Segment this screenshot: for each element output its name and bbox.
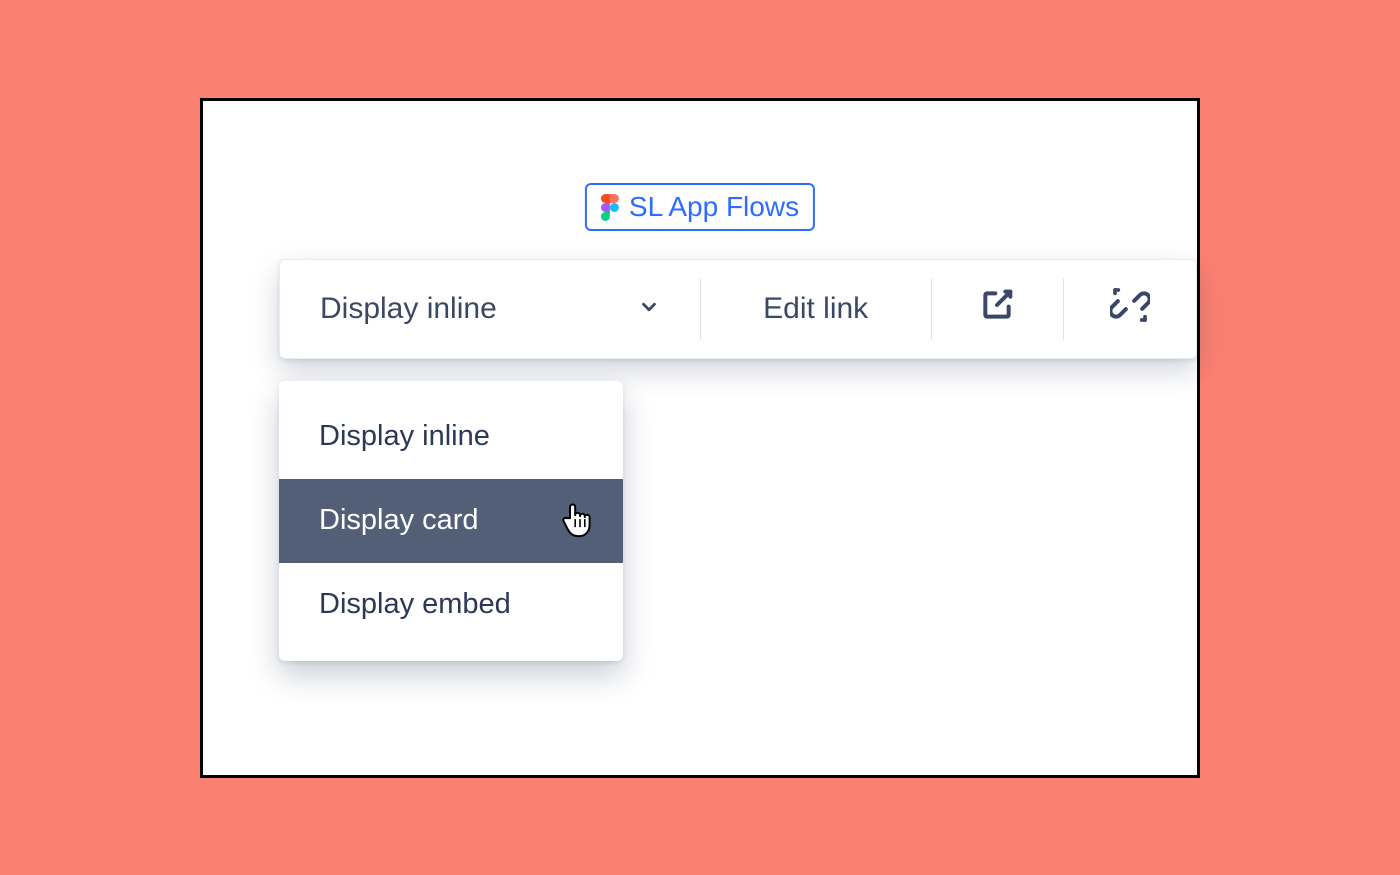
pointer-cursor-icon bbox=[561, 500, 595, 538]
dropdown-option-inline[interactable]: Display inline bbox=[279, 395, 623, 479]
dropdown-option-card[interactable]: Display card bbox=[279, 479, 623, 563]
dropdown-option-label: Display inline bbox=[319, 420, 490, 453]
display-mode-select[interactable]: Display inline bbox=[280, 260, 700, 358]
smart-link-label: SL App Flows bbox=[629, 191, 799, 223]
link-toolbar: Display inline Edit link bbox=[279, 259, 1197, 359]
dropdown-option-embed[interactable]: Display embed bbox=[279, 563, 623, 647]
edit-link-button[interactable]: Edit link bbox=[701, 260, 931, 358]
smart-link-chip[interactable]: SL App Flows bbox=[585, 183, 815, 231]
unlink-button[interactable] bbox=[1064, 260, 1196, 358]
figma-logo-icon bbox=[601, 194, 619, 220]
chevron-down-icon bbox=[638, 292, 660, 326]
display-mode-label: Display inline bbox=[320, 292, 497, 326]
dropdown-option-label: Display card bbox=[319, 504, 479, 537]
dropdown-option-label: Display embed bbox=[319, 588, 511, 621]
unlink-icon bbox=[1110, 285, 1150, 333]
edit-link-label: Edit link bbox=[763, 292, 868, 326]
panel: SL App Flows Display inline Edit link bbox=[200, 98, 1200, 778]
display-mode-dropdown: Display inline Display card Display embe… bbox=[279, 381, 623, 661]
open-external-icon bbox=[977, 285, 1017, 333]
open-link-button[interactable] bbox=[931, 260, 1063, 358]
